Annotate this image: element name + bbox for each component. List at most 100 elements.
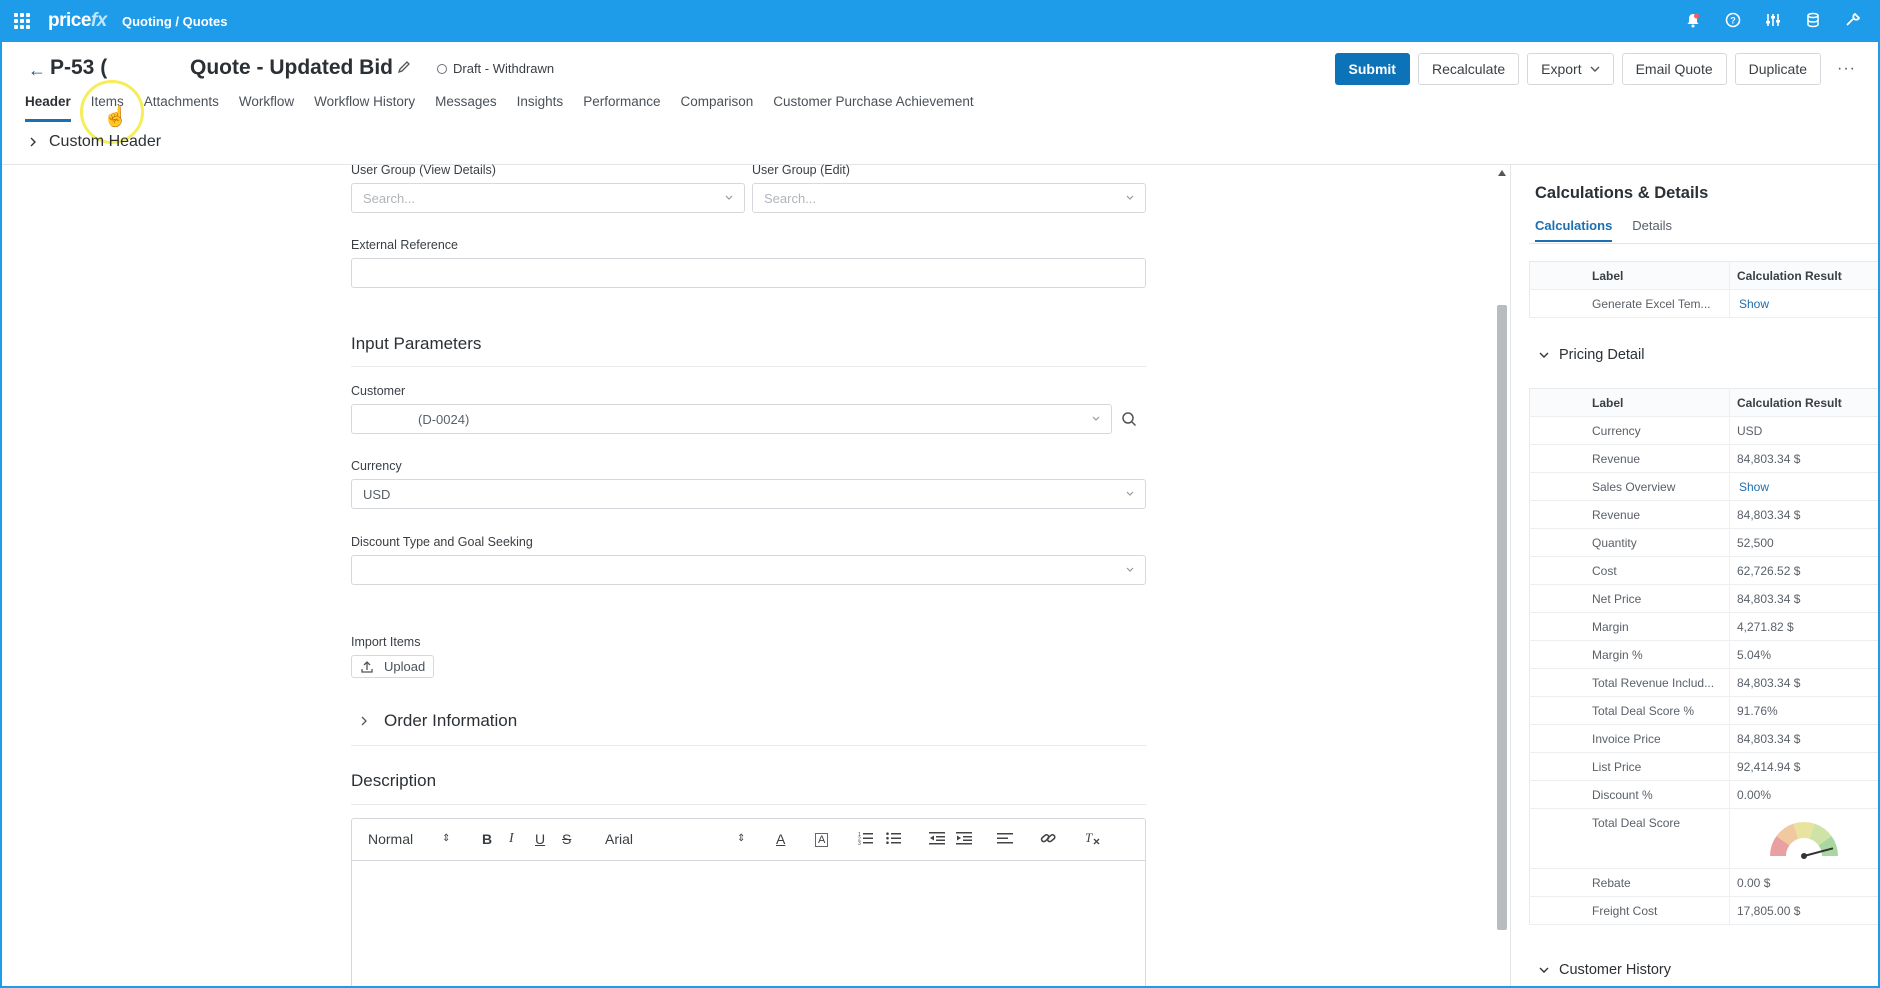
currency-label: Currency	[351, 459, 402, 473]
search-icon[interactable]	[1121, 411, 1137, 432]
show-link[interactable]: Show	[1737, 297, 1769, 311]
submit-button[interactable]: Submit	[1334, 53, 1410, 85]
table-row: Total Deal Score % 91.76%	[1529, 696, 1878, 725]
svg-text:3: 3	[858, 841, 861, 845]
highlight-color-icon[interactable]: A	[815, 833, 829, 847]
row-value: 5.04%	[1729, 640, 1878, 669]
tab-insights[interactable]: Insights	[517, 94, 564, 122]
clear-format-icon[interactable]: T	[1084, 830, 1100, 848]
more-options-icon[interactable]: ···	[1829, 60, 1864, 78]
custom-header-label: Custom Header	[49, 133, 162, 150]
row-value-text: 62,726.52 $	[1737, 563, 1801, 578]
apps-grid-icon[interactable]	[14, 13, 30, 29]
bullet-list-icon[interactable]	[886, 831, 902, 848]
font-select-arrows-icon[interactable]: ⇕	[737, 833, 745, 844]
row-value: 91.76%	[1729, 696, 1878, 725]
col-calc-result: Calculation Result	[1729, 261, 1878, 290]
link-icon[interactable]	[1040, 831, 1056, 848]
scrollbar-thumb[interactable]	[1497, 305, 1507, 930]
table-row: Sales Overview Show	[1529, 472, 1878, 501]
row-value: 0.00 $	[1729, 868, 1878, 897]
show-link[interactable]: Show	[1737, 480, 1769, 494]
duplicate-button[interactable]: Duplicate	[1734, 53, 1822, 85]
row-value-text: 4,271.82 $	[1737, 619, 1794, 634]
user-group-view-label: User Group (View Details)	[351, 163, 496, 177]
row-label: Revenue	[1529, 500, 1730, 529]
currency-select[interactable]: USD	[351, 479, 1146, 509]
description-title: Description	[351, 771, 437, 790]
outdent-icon[interactable]	[929, 831, 945, 848]
table-row: Revenue 84,803.34 $	[1529, 500, 1878, 529]
sliders-icon[interactable]	[1764, 11, 1782, 29]
customer-history-toggle[interactable]: Customer History	[1539, 962, 1671, 978]
format-select-arrows-icon[interactable]: ⇕	[442, 833, 450, 844]
edit-pencil-icon[interactable]	[397, 60, 411, 79]
help-icon[interactable]: ?	[1724, 11, 1742, 29]
row-value-text: 84,803.34 $	[1737, 451, 1801, 466]
row-label: Freight Cost	[1529, 896, 1730, 925]
tab-comparison[interactable]: Comparison	[680, 94, 753, 122]
strikethrough-icon[interactable]: S	[562, 831, 571, 847]
row-value-text: 0.00 $	[1737, 875, 1771, 890]
pricing-detail-table: Label Calculation Result Currency USD Reve…	[1529, 388, 1878, 925]
ordered-list-icon[interactable]: 123	[858, 831, 874, 848]
description-editor[interactable]: Normal ⇕ B I U S Arial ⇕ A A 123 T	[351, 818, 1146, 986]
pricing-detail-toggle[interactable]: Pricing Detail	[1539, 347, 1644, 363]
table-row: Currency USD	[1529, 416, 1878, 445]
calculations-table: Label Calculation Result Generate Excel …	[1529, 261, 1878, 318]
breadcrumb[interactable]: Quoting / Quotes	[122, 14, 227, 29]
row-label: Total Deal Score	[1529, 808, 1730, 869]
user-group-edit-select[interactable]: Search...	[752, 183, 1146, 213]
pricefx-logo[interactable]: pricefx	[48, 10, 107, 32]
table-header-row: Label Calculation Result	[1529, 388, 1878, 417]
custom-header-toggle[interactable]: Custom Header	[29, 133, 161, 151]
database-icon[interactable]	[1804, 11, 1822, 29]
export-button[interactable]: Export	[1527, 53, 1614, 85]
email-quote-button[interactable]: Email Quote	[1621, 53, 1727, 85]
order-information-toggle[interactable]: Order Information	[360, 711, 517, 731]
tab-workflow[interactable]: Workflow	[239, 94, 294, 122]
tab-workflow-history[interactable]: Workflow History	[314, 94, 415, 122]
quote-tabs: Header Items Attachments Workflow Workfl…	[25, 94, 994, 122]
bell-icon[interactable]	[1684, 11, 1702, 29]
bold-icon[interactable]: B	[482, 831, 492, 847]
row-label: Margin	[1529, 612, 1730, 641]
tab-customer-purchase-achievement[interactable]: Customer Purchase Achievement	[773, 94, 973, 122]
chevron-down-icon	[1126, 491, 1134, 496]
format-select[interactable]: Normal	[368, 831, 413, 847]
external-reference-input[interactable]	[351, 258, 1146, 288]
tab-performance[interactable]: Performance	[583, 94, 660, 122]
row-value-text: 92,414.94 $	[1737, 759, 1801, 774]
back-arrow-icon[interactable]: ←	[28, 60, 46, 81]
logo-accent: fx	[90, 10, 107, 31]
tab-messages[interactable]: Messages	[435, 94, 497, 122]
tab-details[interactable]: Details	[1632, 218, 1672, 242]
row-label: Quantity	[1529, 528, 1730, 557]
tab-header[interactable]: Header	[25, 94, 71, 122]
row-value-text: USD	[1737, 423, 1763, 438]
tab-attachments[interactable]: Attachments	[144, 94, 219, 122]
section-divider	[351, 804, 1146, 805]
section-divider	[351, 366, 1146, 367]
font-select[interactable]: Arial	[605, 831, 633, 847]
upload-label: Upload	[384, 659, 426, 674]
user-group-view-placeholder: Search...	[363, 190, 416, 206]
underline-icon[interactable]: U	[535, 831, 545, 847]
col-calc-result: Calculation Result	[1729, 388, 1878, 417]
row-value: Show	[1729, 472, 1878, 501]
recalculate-button[interactable]: Recalculate	[1417, 53, 1520, 85]
discount-type-select[interactable]	[351, 555, 1146, 585]
scroll-up-arrow-icon[interactable]	[1498, 170, 1506, 176]
tab-calculations[interactable]: Calculations	[1535, 218, 1613, 242]
customer-select[interactable]: (D-0024)	[351, 404, 1112, 434]
deal-score-gauge	[1770, 822, 1838, 859]
tools-icon[interactable]	[1844, 11, 1862, 29]
indent-icon[interactable]	[956, 831, 972, 848]
table-row: List Price 92,414.94 $	[1529, 752, 1878, 781]
align-icon[interactable]	[997, 831, 1013, 848]
chevron-down-icon	[1126, 195, 1134, 200]
italic-icon[interactable]: I	[509, 831, 514, 847]
user-group-view-select[interactable]: Search...	[351, 183, 745, 213]
text-color-icon[interactable]: A	[776, 831, 785, 847]
upload-button[interactable]: Upload	[351, 655, 435, 678]
